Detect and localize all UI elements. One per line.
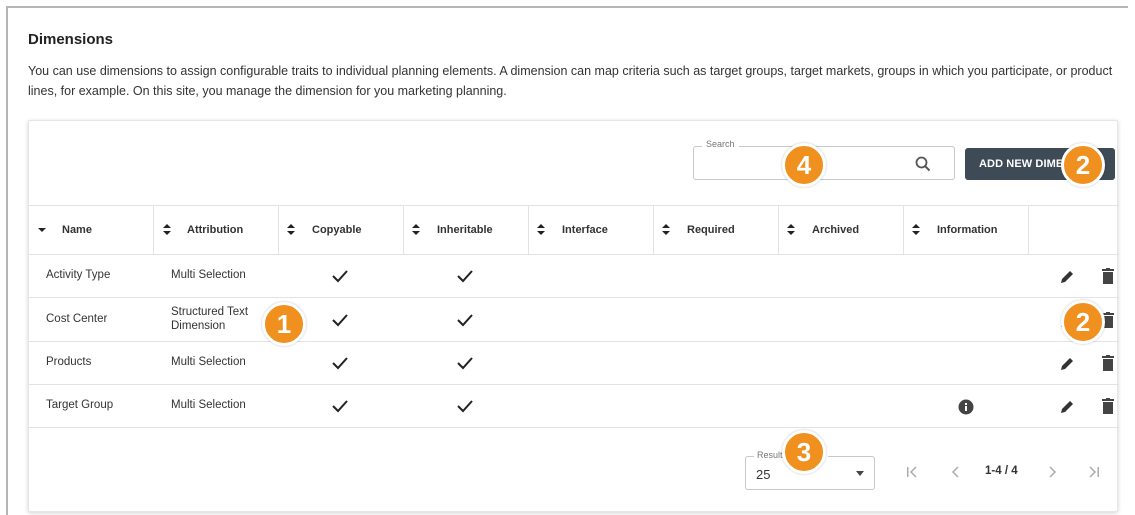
check-icon: [332, 270, 348, 283]
next-page-icon[interactable]: [1045, 465, 1059, 479]
column-header-information[interactable]: Information: [904, 206, 1029, 254]
check-icon: [332, 357, 348, 370]
edit-icon[interactable]: [1059, 356, 1075, 372]
column-label-archived: Archived: [812, 224, 860, 236]
edit-icon[interactable]: [1059, 269, 1075, 285]
column-header-attribution[interactable]: Attribution: [154, 206, 279, 254]
table-row[interactable]: Target Group Multi Selection: [29, 385, 1119, 428]
delete-icon[interactable]: [1102, 268, 1114, 284]
table-row[interactable]: Products Multi Selection: [29, 342, 1119, 385]
column-header-copyable[interactable]: Copyable: [279, 206, 404, 254]
sort-icon[interactable]: [662, 223, 670, 236]
page-range: 1-4 / 4: [985, 465, 1018, 477]
row-attribution: Multi Selection: [171, 269, 246, 281]
check-icon: [457, 270, 473, 283]
column-header-inheritable[interactable]: Inheritable: [404, 206, 529, 254]
row-name: Products: [46, 356, 92, 368]
check-icon: [457, 314, 473, 327]
row-attribution-line1: Structured Text: [171, 306, 249, 318]
callout-badge-2: 2: [1061, 300, 1105, 344]
edit-icon[interactable]: [1059, 399, 1075, 415]
callout-badge-3: 3: [782, 430, 826, 474]
row-attribution: Multi Selection: [171, 399, 246, 411]
table-header: Name Attribution Copyable Inheritable In…: [29, 205, 1119, 255]
delete-icon[interactable]: [1102, 355, 1114, 371]
page-title: Dimensions: [28, 31, 114, 48]
column-label-copyable: Copyable: [312, 224, 362, 236]
info-icon[interactable]: [958, 399, 974, 415]
column-header-interface[interactable]: Interface: [529, 206, 654, 254]
prev-page-icon[interactable]: [949, 465, 963, 479]
last-page-icon[interactable]: [1087, 465, 1101, 479]
row-attribution: Multi Selection: [171, 356, 246, 368]
column-header-archived[interactable]: Archived: [779, 206, 904, 254]
column-label-name: Name: [62, 224, 92, 236]
column-label-interface: Interface: [562, 224, 608, 236]
search-label: Search: [702, 139, 739, 149]
search-icon[interactable]: [914, 155, 932, 173]
callout-badge-1: 1: [262, 302, 306, 346]
sort-icon[interactable]: [163, 223, 171, 236]
dimensions-card: Search ADD NEW DIMENSION Name Attributio…: [28, 120, 1119, 512]
row-name: Cost Center: [46, 313, 108, 325]
table-row[interactable]: Activity Type Multi Selection: [29, 255, 1119, 298]
check-icon: [457, 357, 473, 370]
row-name: Activity Type: [46, 269, 111, 281]
sort-icon[interactable]: [537, 223, 545, 236]
chevron-down-icon[interactable]: [856, 471, 864, 476]
row-attribution-line2: Dimension: [171, 320, 226, 332]
callout-badge-4: 4: [782, 143, 826, 187]
check-icon: [457, 400, 473, 413]
page-description: You can use dimensions to assign configu…: [28, 64, 1113, 98]
first-page-icon[interactable]: [905, 465, 919, 479]
callout-badge-2: 2: [1061, 143, 1105, 187]
row-name: Target Group: [46, 399, 114, 411]
check-icon: [332, 314, 348, 327]
results-per-page-value: 25: [756, 467, 771, 482]
sort-icon[interactable]: [412, 223, 420, 236]
sort-icon[interactable]: [287, 223, 295, 236]
column-label-inheritable: Inheritable: [437, 224, 493, 236]
column-label-information: Information: [937, 224, 998, 236]
sort-icon[interactable]: [912, 223, 920, 236]
table-row[interactable]: Cost Center Structured Text Dimension: [29, 299, 1119, 342]
sort-icon[interactable]: [787, 223, 795, 236]
row-attribution: Structured Text Dimension: [171, 305, 248, 333]
column-header-name[interactable]: Name: [29, 206, 154, 254]
delete-icon[interactable]: [1102, 398, 1114, 414]
column-label-required: Required: [687, 224, 735, 236]
check-icon: [332, 400, 348, 413]
sort-descending-icon[interactable]: [38, 226, 46, 234]
column-header-required[interactable]: Required: [654, 206, 779, 254]
column-label-attribution: Attribution: [187, 224, 244, 236]
